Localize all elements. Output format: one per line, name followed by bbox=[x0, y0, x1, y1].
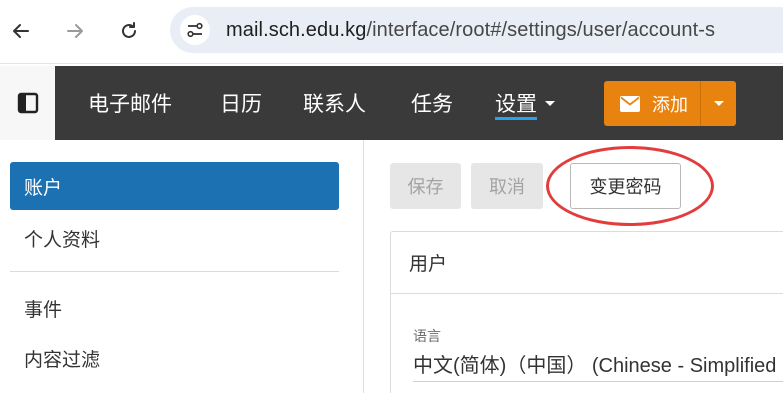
add-button-group: 添加 bbox=[604, 81, 736, 126]
save-button[interactable]: 保存 bbox=[390, 163, 461, 209]
address-bar[interactable]: mail.sch.edu.kg/interface/root#/settings… bbox=[170, 7, 783, 53]
back-button[interactable] bbox=[8, 18, 34, 44]
reload-button[interactable] bbox=[116, 18, 142, 44]
url-path: /interface/root#/settings/user/account-s bbox=[366, 19, 716, 41]
reload-icon bbox=[122, 22, 136, 38]
cancel-button[interactable]: 取消 bbox=[471, 163, 543, 209]
sidebar-toggle-icon bbox=[17, 92, 38, 114]
arrow-left-icon bbox=[13, 24, 29, 38]
nav-settings-label: 设置 bbox=[495, 93, 537, 120]
sidebar-toggle-button[interactable] bbox=[0, 66, 55, 140]
field-underline bbox=[413, 381, 783, 382]
sidebar-item-account[interactable]: 账户 bbox=[10, 162, 339, 210]
tune-icon bbox=[187, 22, 203, 38]
language-select[interactable]: 中文(简体)（中国） (Chinese - Simplified bbox=[413, 349, 776, 378]
caret-down-icon bbox=[545, 100, 555, 106]
add-button-label: 添加 bbox=[652, 94, 688, 115]
caret-down-icon bbox=[713, 101, 724, 106]
panel-title: 用户 bbox=[391, 232, 783, 294]
url-text: mail.sch.edu.kg/interface/root#/settings… bbox=[226, 19, 715, 42]
arrow-right-icon bbox=[67, 24, 83, 38]
add-dropdown-button[interactable] bbox=[700, 81, 736, 126]
settings-sidebar: 账户 个人资料 事件 内容过滤 bbox=[0, 140, 364, 393]
nav-settings[interactable]: 设置 bbox=[495, 88, 555, 120]
sidebar-item-profile[interactable]: 个人资料 bbox=[10, 214, 339, 262]
nav-email[interactable]: 电子邮件 bbox=[88, 88, 172, 118]
change-password-button[interactable]: 变更密码 bbox=[570, 163, 681, 209]
app-navbar: 电子邮件 日历 联系人 任务 设置 添加 bbox=[0, 66, 783, 140]
language-label: 语言 bbox=[413, 328, 441, 344]
forward-button[interactable] bbox=[62, 18, 88, 44]
user-panel: 用户 语言 中文(简体)（中国） (Chinese - Simplified bbox=[390, 231, 783, 393]
envelope-icon bbox=[620, 95, 640, 112]
sidebar-item-content-filter[interactable]: 内容过滤 bbox=[10, 334, 339, 382]
sidebar-item-events[interactable]: 事件 bbox=[10, 284, 339, 332]
nav-contacts[interactable]: 联系人 bbox=[303, 88, 366, 118]
browser-toolbar: mail.sch.edu.kg/interface/root#/settings… bbox=[0, 0, 783, 64]
sidebar-divider bbox=[10, 271, 339, 272]
url-host: mail.sch.edu.kg bbox=[226, 19, 367, 41]
nav-calendar[interactable]: 日历 bbox=[220, 88, 262, 118]
add-button[interactable]: 添加 bbox=[604, 81, 700, 126]
site-info-button[interactable] bbox=[180, 15, 210, 45]
nav-tasks[interactable]: 任务 bbox=[411, 88, 453, 118]
